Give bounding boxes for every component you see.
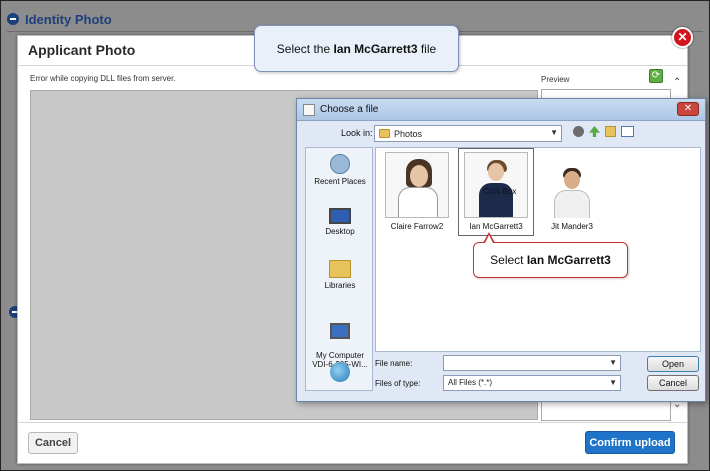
recent-places-icon: [330, 154, 350, 174]
callout-text-bold: Ian McGarrett3: [333, 41, 418, 56]
cancel-button[interactable]: Cancel: [28, 432, 78, 454]
files-of-type-label: Files of type:: [375, 379, 421, 388]
desktop-icon: [329, 208, 351, 224]
place-label: Recent Places: [314, 177, 366, 186]
new-folder-icon[interactable]: [605, 126, 616, 137]
place-recent-places[interactable]: Recent Places: [306, 154, 374, 186]
dialog-title: Choose a file: [320, 104, 379, 115]
file-name-field[interactable]: ▼: [443, 355, 621, 371]
network-icon: [330, 362, 350, 382]
close-icon[interactable]: ✕: [672, 27, 693, 48]
up-folder-icon[interactable]: [589, 126, 600, 137]
place-desktop[interactable]: Desktop: [306, 208, 374, 236]
modal-footer: Cancel Confirm upload: [18, 422, 687, 465]
dialog-close-icon[interactable]: ✕: [677, 102, 699, 116]
chevron-down-icon: ▼: [550, 128, 558, 137]
dialog-cancel-button[interactable]: Cancel: [647, 375, 699, 391]
folder-icon: [379, 129, 390, 138]
look-in-label: Look in:: [341, 128, 373, 138]
file-name: Ian McGarrett3: [469, 222, 523, 231]
file-name-label: File name:: [375, 359, 413, 368]
section-title: Identity Photo: [25, 11, 112, 27]
callout-text-prefix: Select: [490, 253, 527, 267]
confirm-upload-button[interactable]: Confirm upload: [585, 431, 675, 454]
modal-title: Applicant Photo: [28, 42, 136, 58]
place-network[interactable]: [306, 362, 374, 385]
files-of-type-value: All Files (*.*): [448, 378, 493, 387]
collapse-icon[interactable]: [7, 13, 19, 25]
refresh-icon[interactable]: ⟳: [649, 69, 663, 83]
app-icon: [303, 103, 315, 116]
look-in-select[interactable]: Photos ▼: [374, 125, 562, 142]
photo-thumbnail: Click Box: [464, 152, 528, 218]
file-item-jit-mander3[interactable]: Jit Mander3: [534, 162, 610, 231]
callout-text-bold: Ian McGarrett3: [526, 253, 611, 267]
files-of-type-select[interactable]: All Files (*.*) ▼: [443, 375, 621, 391]
file-item-claire-farrow2[interactable]: Claire Farrow2: [379, 152, 455, 231]
place-libraries[interactable]: Libraries: [306, 260, 374, 290]
back-icon[interactable]: [573, 126, 584, 137]
dialog-toolbar: [573, 126, 634, 137]
dialog-titlebar[interactable]: Choose a file ✕: [297, 99, 705, 121]
photo-thumbnail: [385, 152, 449, 218]
place-label: Libraries: [324, 281, 356, 290]
computer-icon: [330, 323, 350, 339]
callout-pointer-inner: [485, 235, 493, 243]
file-item-ian-mcgarrett3[interactable]: Click Box Ian McGarrett3: [458, 148, 534, 236]
click-box-label: Click Box: [483, 187, 517, 196]
open-button[interactable]: Open: [647, 356, 699, 372]
callout-text-suffix: file: [417, 41, 437, 56]
look-in-value: Photos: [394, 128, 423, 139]
scroll-up-icon[interactable]: ⌃: [673, 77, 681, 88]
place-my-computer[interactable]: My Computer VDI-6-305-WI...: [306, 314, 374, 369]
instruction-callout: Select the Ian McGarrett3 file: [254, 25, 459, 72]
callout-text-prefix: Select the: [276, 41, 334, 56]
select-callout: Select Ian McGarrett3: [473, 242, 628, 278]
file-name: Jit Mander3: [551, 222, 593, 231]
view-menu-icon[interactable]: [621, 126, 634, 137]
chevron-down-icon: ▼: [609, 358, 617, 367]
libraries-icon: [329, 260, 351, 278]
file-name: Claire Farrow2: [390, 222, 444, 231]
chevron-down-icon: ▼: [609, 378, 617, 387]
error-message: Error while copying DLL files from serve…: [30, 74, 176, 83]
place-label: Desktop: [325, 227, 355, 236]
photo-thumbnail: [540, 162, 604, 218]
places-bar: Recent Places Desktop Libraries My Compu…: [305, 147, 373, 391]
screenshot-frame: Identity Photo Applicant Photo ✕ Error w…: [0, 0, 710, 471]
preview-label: Preview: [541, 75, 570, 84]
